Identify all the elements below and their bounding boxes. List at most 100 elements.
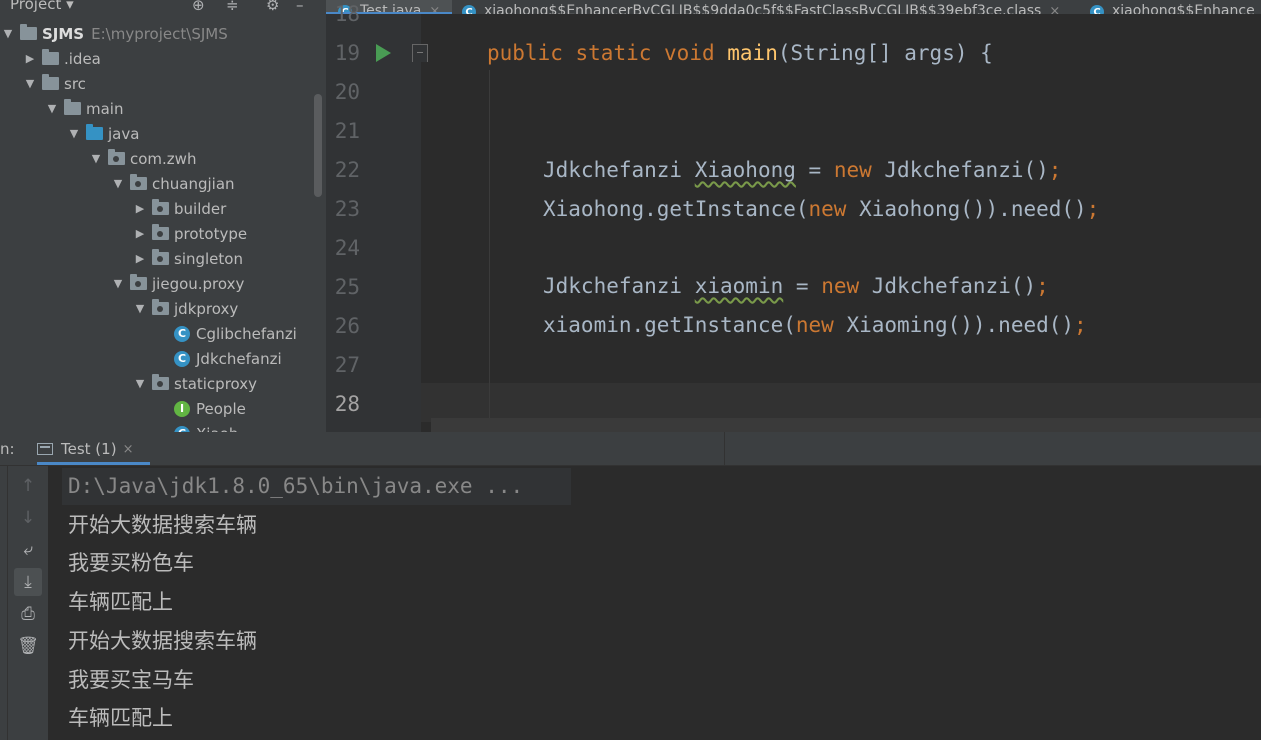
collapsed-arrow-icon[interactable]: ▶ xyxy=(134,252,146,265)
expanded-arrow-icon[interactable]: ▼ xyxy=(90,152,102,165)
expanded-arrow-icon[interactable]: ▼ xyxy=(112,277,124,290)
expanded-arrow-icon[interactable]: ▼ xyxy=(112,177,124,190)
tree-item-label: People xyxy=(196,399,246,418)
code-line-19: public static void main(String[] args) { xyxy=(487,41,993,65)
tree-item-idea[interactable]: ▶ .idea xyxy=(24,46,101,71)
target-icon[interactable]: ⊕ xyxy=(192,0,205,14)
tree-item-prototype[interactable]: ▶ prototype xyxy=(134,221,247,246)
run-side-strip xyxy=(0,466,8,740)
tree-item-label: src xyxy=(64,74,86,93)
soft-wrap-icon[interactable]: ⤶ xyxy=(14,536,42,564)
tree-item-singleton[interactable]: ▶ singleton xyxy=(134,246,243,271)
tree-item-main[interactable]: ▼ main xyxy=(46,96,123,121)
console-output-line: 车辆匹配上 xyxy=(68,706,173,731)
expanded-arrow-icon[interactable]: ▼ xyxy=(134,302,146,315)
close-icon[interactable]: × xyxy=(123,442,134,457)
down-arrow-icon[interactable]: ↓ xyxy=(14,504,42,532)
folder-icon xyxy=(42,74,59,90)
collapsed-arrow-icon[interactable]: ▶ xyxy=(24,52,36,65)
tab-enhancer[interactable]: C xiaohong$$Enhance xyxy=(1090,0,1255,14)
tree-item-jdkproxy[interactable]: ▼ jdkproxy xyxy=(134,296,238,321)
line-number: 26 xyxy=(334,314,360,338)
tree-item-xiaoh[interactable]: CXiaoh xyxy=(156,421,238,432)
tree-item-label: builder xyxy=(174,199,227,218)
tree-item-com-zwh[interactable]: ▼ com.zwh xyxy=(90,146,196,171)
trash-icon[interactable]: 🗑 xyxy=(14,632,42,660)
folder-icon xyxy=(64,99,81,115)
tree-item-label: staticproxy xyxy=(174,374,258,393)
package-icon xyxy=(130,174,147,190)
tree-item-staticproxy[interactable]: ▼ staticproxy xyxy=(134,371,257,396)
tree-item-people[interactable]: I People xyxy=(156,396,246,421)
tree-item-label: prototype xyxy=(174,224,248,243)
console-icon xyxy=(37,443,53,455)
scroll-to-end-icon[interactable]: ⤓ xyxy=(14,568,42,596)
line-number: 19 xyxy=(334,41,360,65)
run-tab-test[interactable]: Test (1) × xyxy=(37,432,133,466)
line-number: 21 xyxy=(334,119,360,143)
line-number: 22 xyxy=(334,158,360,182)
editor-horizontal-scrollbar[interactable] xyxy=(431,418,1261,432)
tree-item-jdkchefanzi[interactable]: C Jdkchefanzi xyxy=(156,346,282,371)
tree-item-java[interactable]: ▼ java xyxy=(68,121,139,146)
tab-fastclass[interactable]: C xiaohong$$EnhancerByCGLIB$$9dda0c5f$$F… xyxy=(462,0,1060,14)
console-output-line: 开始大数据搜索车辆 xyxy=(68,628,257,653)
package-icon xyxy=(108,149,125,165)
folder-icon xyxy=(42,49,59,65)
class-icon: C xyxy=(1090,5,1104,14)
tree-item-chuangjian[interactable]: ▼ chuangjian xyxy=(112,171,235,196)
current-line-highlight xyxy=(421,383,1261,422)
console-output-line: 我要买粉色车 xyxy=(68,551,194,576)
package-icon xyxy=(152,249,169,265)
tree-item-jiegou-proxy[interactable]: ▼ jiegou.proxy xyxy=(112,271,244,296)
console-command-line: D:\Java\jdk1.8.0_65\bin\java.exe ... xyxy=(68,474,524,498)
tree-item-label: jiegou.proxy xyxy=(152,274,245,293)
run-header-divider xyxy=(724,432,725,466)
line-number: 28 xyxy=(334,392,360,416)
tree-item-cglibchefanzi[interactable]: C Cglibchefanzi xyxy=(156,321,297,346)
tree-item-label: chuangjian xyxy=(152,174,235,193)
code-line-22: Jdkchefanzi Xiaohong = new Jdkchefanzi()… xyxy=(543,158,1062,182)
tree-item-src[interactable]: ▼ src xyxy=(24,71,86,96)
tree-item-label: singleton xyxy=(174,249,243,268)
line-number: 24 xyxy=(334,236,360,260)
project-panel-header: Project ▾ ⊕ ≑ ⚙ – xyxy=(0,0,326,14)
console-output-line: 开始大数据搜索车辆 xyxy=(68,512,257,537)
tree-item-label: Xiaoh xyxy=(196,425,238,433)
package-icon xyxy=(152,224,169,240)
tree-item-label: Cglibchefanzi xyxy=(196,324,297,343)
expanded-arrow-icon[interactable]: ▼ xyxy=(68,127,80,140)
expanded-arrow-icon[interactable]: ▼ xyxy=(134,377,146,390)
source-folder-icon xyxy=(86,124,103,140)
minimize-icon[interactable]: – xyxy=(296,0,304,14)
package-icon xyxy=(152,199,169,215)
gear-icon[interactable]: ⚙ xyxy=(266,0,279,14)
line-number: 18 xyxy=(334,2,360,26)
package-icon xyxy=(152,374,169,390)
package-icon xyxy=(130,274,147,290)
print-icon[interactable]: ⎙ xyxy=(14,600,42,628)
close-icon[interactable]: × xyxy=(1049,4,1060,14)
tree-item-sjms[interactable]: ▼ SJMS E:\myproject\SJMS xyxy=(2,21,228,46)
tree-item-label: main xyxy=(86,99,124,118)
tree-item-builder[interactable]: ▶ builder xyxy=(134,196,226,221)
class-icon: C xyxy=(174,350,190,367)
collapsed-arrow-icon[interactable]: ▶ xyxy=(134,202,146,215)
expanded-arrow-icon[interactable]: ▼ xyxy=(2,27,14,40)
collapse-all-icon[interactable]: ≑ xyxy=(226,0,239,14)
tree-item-label: .idea xyxy=(64,49,101,68)
tree-item-label: SJMS xyxy=(42,24,85,43)
project-tree-scrollbar[interactable] xyxy=(314,94,322,197)
run-icon[interactable] xyxy=(376,44,391,62)
package-icon xyxy=(152,299,169,315)
expanded-arrow-icon[interactable]: ▼ xyxy=(24,77,36,90)
console-output-line: 我要买宝马车 xyxy=(68,667,194,692)
fold-icon[interactable] xyxy=(412,44,428,62)
line-number: 27 xyxy=(334,353,360,377)
run-toolbar: ↑ ↓ ⤶ ⤓ ⎙ 🗑 xyxy=(8,466,48,740)
interface-icon: I xyxy=(174,400,190,417)
collapsed-arrow-icon[interactable]: ▶ xyxy=(134,227,146,240)
up-arrow-icon[interactable]: ↑ xyxy=(14,472,42,500)
project-view-selector[interactable]: Project ▾ xyxy=(10,0,74,13)
expanded-arrow-icon[interactable]: ▼ xyxy=(46,102,58,115)
